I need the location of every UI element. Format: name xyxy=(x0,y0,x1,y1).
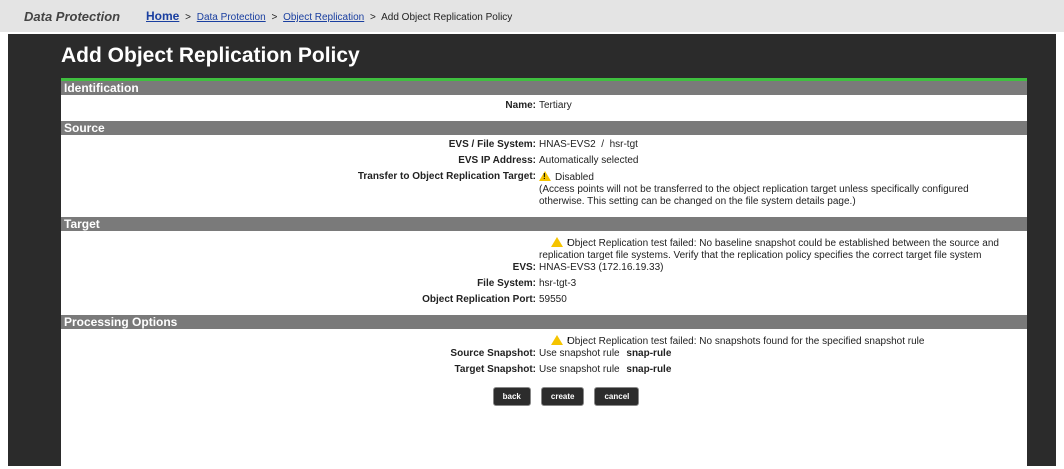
transfer-label: Transfer to Object Replication Target: xyxy=(357,171,536,182)
top-bar: Data Protection Home > Data Protection >… xyxy=(0,0,1064,32)
warning-icon xyxy=(539,171,551,181)
warning-icon xyxy=(551,237,570,247)
transfer-row: Transfer to Object Replication Target: D… xyxy=(61,171,1027,208)
processing-warning-row: Object Replication test failed: No snaps… xyxy=(61,335,1027,348)
evs-fs-value: HNAS-EVS2 / hsr-tgt xyxy=(539,139,638,150)
breadcrumb-current: Add Object Replication Policy xyxy=(381,12,513,23)
transfer-value: Disabled xyxy=(555,172,594,183)
content-area: Add Object Replication Policy Identifica… xyxy=(8,34,1056,469)
target-evs-label: EVS: xyxy=(512,262,536,273)
target-snapshot-rule: snap-rule xyxy=(626,364,672,375)
transfer-note: (Access points will not be transferred t… xyxy=(539,184,969,207)
cancel-button[interactable]: cancel xyxy=(594,387,640,406)
source-snapshot-text: Use snapshot rule xyxy=(539,348,620,359)
breadcrumb-separator: > xyxy=(271,12,278,23)
breadcrumb: Home > Data Protection > Object Replicat… xyxy=(146,9,512,23)
target-port-value: 59550 xyxy=(539,294,567,305)
section-name: Data Protection xyxy=(24,8,121,24)
target-port-label: Object Replication Port: xyxy=(422,294,536,305)
create-button[interactable]: create xyxy=(540,387,585,406)
target-snapshot-text: Use snapshot rule xyxy=(539,364,620,375)
source-snapshot-rule: snap-rule xyxy=(626,348,672,359)
target-evs-row: EVS: HNAS-EVS3 (172.16.19.33) xyxy=(61,262,1027,274)
button-bar: back create cancel xyxy=(105,387,1027,406)
warning-icon xyxy=(551,335,570,345)
breadcrumb-data-protection-link[interactable]: Data Protection xyxy=(197,12,266,23)
name-row: Name: Tertiary xyxy=(61,100,1027,112)
breadcrumb-object-replication-link[interactable]: Object Replication xyxy=(283,12,364,23)
evs-fs-row: EVS / File System: HNAS-EVS2 / hsr-tgt xyxy=(61,139,1027,151)
source-snapshot-row: Source Snapshot: Use snapshot rule snap-… xyxy=(61,348,1027,360)
breadcrumb-separator: > xyxy=(185,12,191,23)
target-header: Target xyxy=(61,217,1027,231)
name-value: Tertiary xyxy=(539,100,572,111)
target-fs-label: File System: xyxy=(477,278,536,289)
evs-fs-label: EVS / File System: xyxy=(448,139,536,150)
policy-form: Identification Name: Tertiary Source EVS… xyxy=(61,78,1027,469)
transfer-value-block: Disabled (Access points will not be tran… xyxy=(539,171,1027,208)
target-evs-value: HNAS-EVS3 (172.16.19.33) xyxy=(539,262,664,273)
processing-warning: Object Replication test failed: No snaps… xyxy=(539,335,1027,348)
target-snapshot-label: Target Snapshot: xyxy=(454,364,536,375)
identification-header: Identification xyxy=(61,81,1027,95)
processing-warning-text: Object Replication test failed: No snaps… xyxy=(567,336,925,347)
source-snapshot-label: Source Snapshot: xyxy=(450,348,536,359)
page-title: Add Object Replication Policy xyxy=(61,44,360,67)
breadcrumb-home-link[interactable]: Home xyxy=(146,9,179,23)
breadcrumb-separator: > xyxy=(370,12,376,23)
evs-ip-label: EVS IP Address: xyxy=(458,155,536,166)
target-snapshot-row: Target Snapshot: Use snapshot rule snap-… xyxy=(61,364,1027,376)
processing-header: Processing Options xyxy=(61,315,1027,329)
back-button[interactable]: back xyxy=(492,387,531,406)
name-label: Name: xyxy=(505,100,536,111)
source-header: Source xyxy=(61,121,1027,135)
target-fs-value: hsr-tgt-3 xyxy=(539,278,577,289)
evs-ip-value: Automatically selected xyxy=(539,155,639,166)
target-port-row: Object Replication Port: 59550 xyxy=(61,294,1027,306)
target-fs-row: File System: hsr-tgt-3 xyxy=(61,278,1027,290)
target-warning-row: Object Replication test failed: No basel… xyxy=(61,237,1027,262)
evs-ip-row: EVS IP Address: Automatically selected xyxy=(61,155,1027,167)
target-warning-text: Object Replication test failed: No basel… xyxy=(539,238,999,261)
target-warning: Object Replication test failed: No basel… xyxy=(539,237,1027,262)
